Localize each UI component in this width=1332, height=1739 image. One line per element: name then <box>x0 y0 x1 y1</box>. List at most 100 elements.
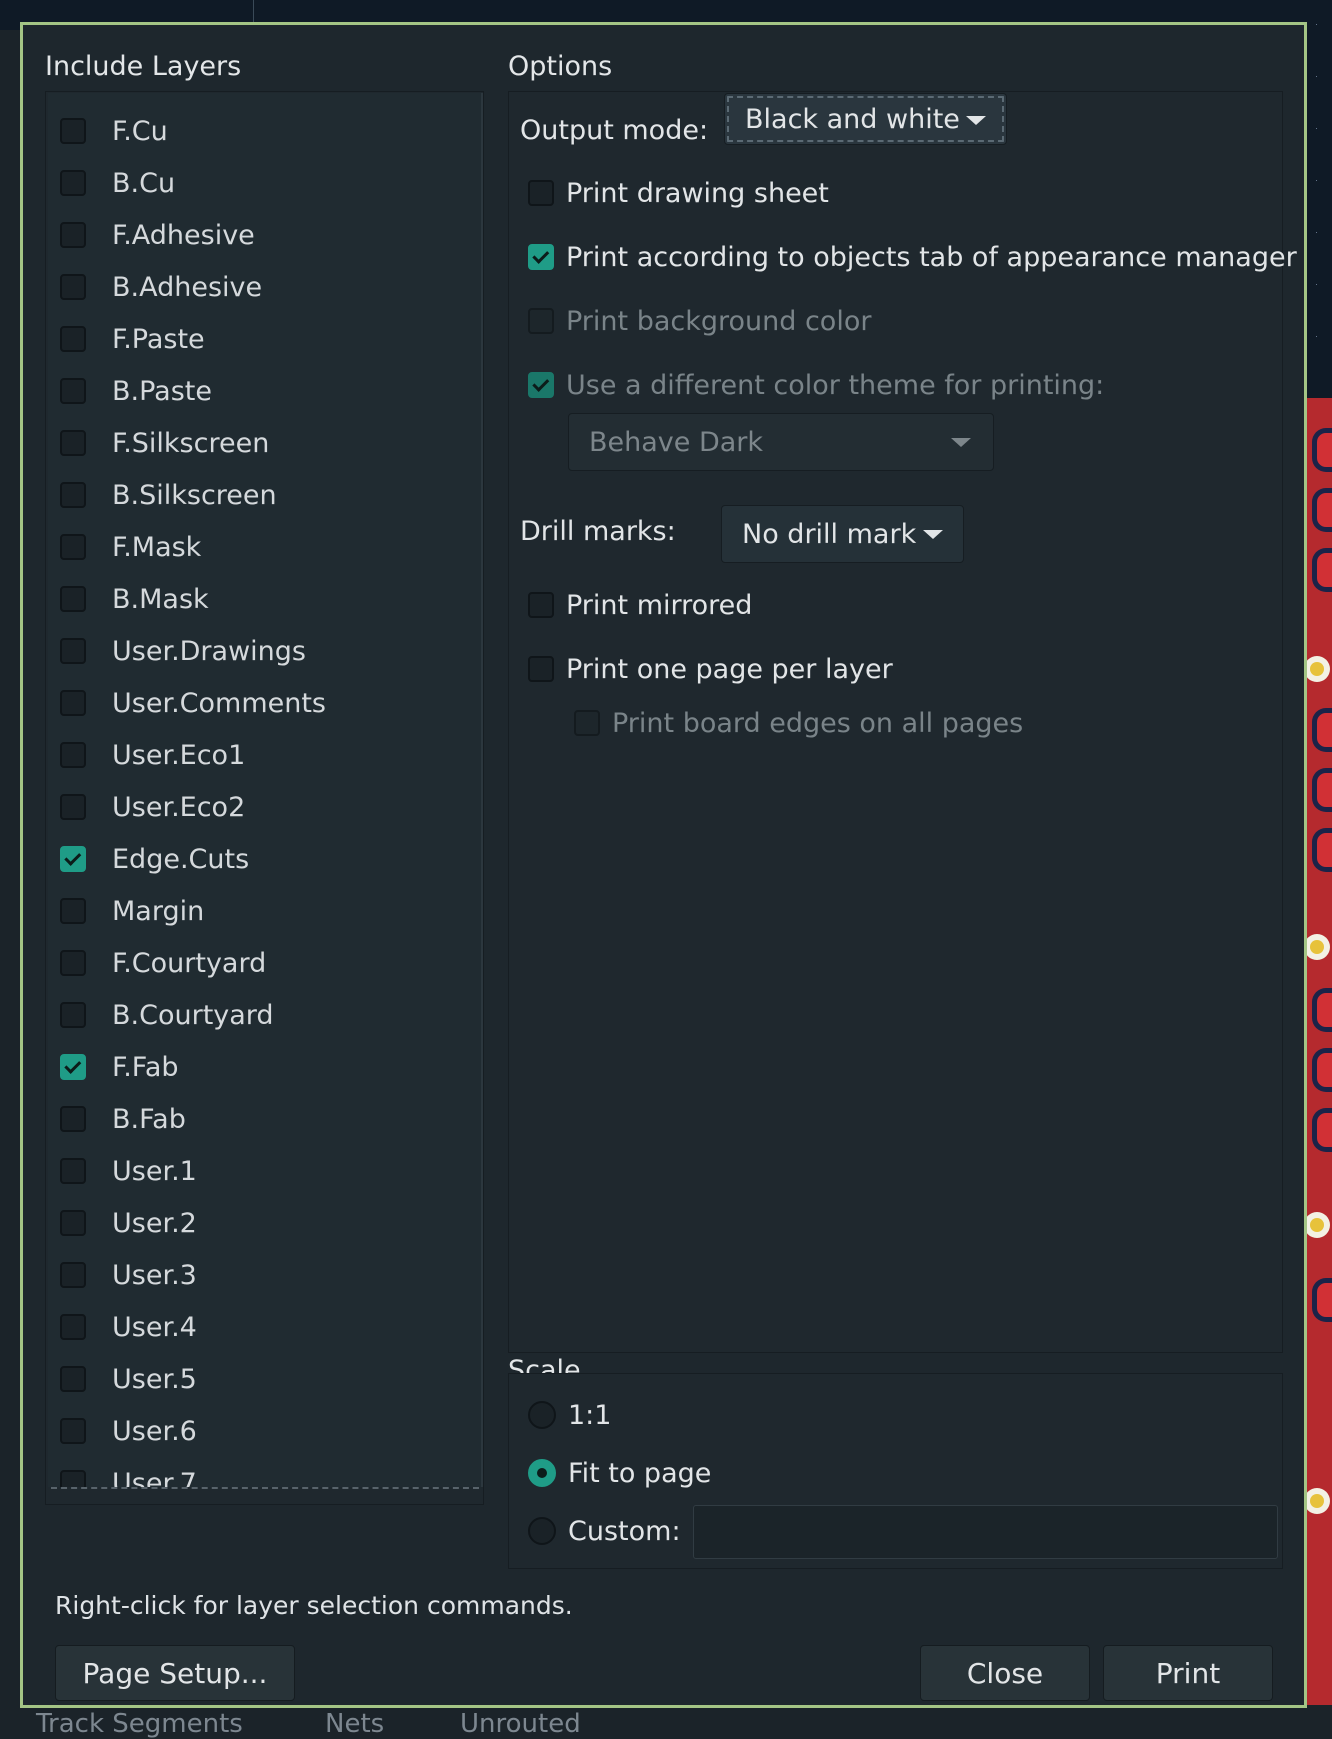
layer-item[interactable]: F.Courtyard <box>60 943 266 983</box>
layer-item[interactable]: User.1 <box>60 1151 197 1191</box>
layer-item[interactable]: User.5 <box>60 1359 197 1399</box>
layer-item[interactable]: F.Fab <box>60 1047 179 1087</box>
drill-marks-dropdown[interactable]: No drill mark <box>721 505 964 563</box>
layer-item[interactable]: User.Eco2 <box>60 787 245 827</box>
one-page-per-layer-checkbox[interactable] <box>528 656 554 682</box>
scale-fit-radio[interactable] <box>528 1459 556 1487</box>
layer-checkbox[interactable] <box>60 1366 86 1392</box>
scale-custom-radio[interactable] <box>528 1517 556 1545</box>
print-according-label: Print according to objects tab of appear… <box>566 241 1297 273</box>
layer-item[interactable]: User.6 <box>60 1411 197 1451</box>
layer-item[interactable]: Margin <box>60 891 204 931</box>
status-unrouted: Unrouted <box>460 1709 581 1739</box>
print-according-option[interactable]: Print according to objects tab of appear… <box>528 237 1297 277</box>
layer-item[interactable]: F.Mask <box>60 527 201 567</box>
include-layers-title: Include Layers <box>45 51 242 82</box>
layer-checkbox[interactable] <box>60 898 86 924</box>
color-theme-checkbox[interactable] <box>528 372 554 398</box>
layer-item[interactable]: User.3 <box>60 1255 197 1295</box>
layer-checkbox[interactable] <box>60 274 86 300</box>
background-status-bar: Track Segments Nets Unrouted <box>0 1705 1332 1739</box>
layers-checklist[interactable]: F.Cu B.Cu F.Adhesive B.Adhesive F.Paste B.Pas… <box>48 93 483 1487</box>
layer-checkbox[interactable] <box>60 1314 86 1340</box>
layer-checkbox[interactable] <box>60 586 86 612</box>
layer-checkbox[interactable] <box>60 378 86 404</box>
layer-item[interactable]: B.Mask <box>60 579 209 619</box>
layer-item[interactable]: B.Fab <box>60 1099 186 1139</box>
custom-scale-input[interactable] <box>693 1505 1278 1559</box>
layer-item[interactable]: User.Eco1 <box>60 735 245 775</box>
layer-item[interactable]: B.Courtyard <box>60 995 274 1035</box>
options-title: Options <box>508 51 613 82</box>
page-setup-button[interactable]: Page Setup... <box>55 1645 295 1701</box>
scale-fit-label: Fit to page <box>568 1457 712 1489</box>
layer-item[interactable]: User.Drawings <box>60 631 306 671</box>
close-button[interactable]: Close <box>920 1645 1090 1701</box>
color-theme-dropdown[interactable]: Behave Dark <box>568 413 994 471</box>
layer-item[interactable]: B.Paste <box>60 371 212 411</box>
pcb-copper-area <box>1306 398 1332 1728</box>
layer-label: User.5 <box>112 1363 197 1395</box>
layer-checkbox[interactable] <box>60 742 86 768</box>
layer-checkbox[interactable] <box>60 1106 86 1132</box>
scale-custom-option[interactable]: Custom: <box>528 1511 681 1551</box>
output-mode-dropdown[interactable]: Black and white <box>724 93 1007 145</box>
layer-checkbox[interactable] <box>60 430 86 456</box>
print-background-checkbox[interactable] <box>528 308 554 334</box>
layer-checkbox[interactable] <box>60 1158 86 1184</box>
print-button[interactable]: Print <box>1103 1645 1273 1701</box>
scale-1to1-option[interactable]: 1:1 <box>528 1395 611 1435</box>
layer-item[interactable]: F.Silkscreen <box>60 423 269 463</box>
print-drawing-sheet-label: Print drawing sheet <box>566 177 829 209</box>
layer-item[interactable]: F.Adhesive <box>60 215 255 255</box>
drill-marks-value: No drill mark <box>742 518 917 550</box>
layer-item[interactable]: B.Silkscreen <box>60 475 277 515</box>
layer-item[interactable]: F.Paste <box>60 319 205 359</box>
layer-item[interactable]: User.4 <box>60 1307 197 1347</box>
layer-label: F.Paste <box>112 323 205 355</box>
scale-1to1-radio[interactable] <box>528 1401 556 1429</box>
layer-checkbox[interactable] <box>60 950 86 976</box>
layer-checkbox[interactable] <box>60 1210 86 1236</box>
layer-checkbox[interactable] <box>60 326 86 352</box>
board-edges-option[interactable]: Print board edges on all pages <box>574 703 1023 743</box>
print-drawing-sheet-checkbox[interactable] <box>528 180 554 206</box>
layer-item[interactable]: B.Cu <box>60 163 175 203</box>
layer-checkbox[interactable] <box>60 1470 86 1487</box>
layer-checkbox[interactable] <box>60 1054 86 1080</box>
layer-checkbox[interactable] <box>60 534 86 560</box>
layer-checkbox[interactable] <box>60 638 86 664</box>
color-theme-option[interactable]: Use a different color theme for printing… <box>528 365 1104 405</box>
drill-marks-label: Drill marks: <box>520 515 676 547</box>
layer-item[interactable]: F.Cu <box>60 111 168 151</box>
layer-checkbox[interactable] <box>60 846 86 872</box>
layer-item[interactable]: B.Adhesive <box>60 267 262 307</box>
layer-checkbox[interactable] <box>60 222 86 248</box>
layer-item[interactable]: User.7 <box>60 1463 197 1487</box>
print-mirrored-option[interactable]: Print mirrored <box>528 585 752 625</box>
print-according-checkbox[interactable] <box>528 244 554 270</box>
layer-item[interactable]: User.Comments <box>60 683 326 723</box>
status-nets: Nets <box>325 1709 385 1739</box>
layer-checkbox[interactable] <box>60 1262 86 1288</box>
layer-label: F.Silkscreen <box>112 427 270 459</box>
board-edges-checkbox[interactable] <box>574 710 600 736</box>
layer-checkbox[interactable] <box>60 482 86 508</box>
layer-checkbox[interactable] <box>60 118 86 144</box>
layer-checkbox[interactable] <box>60 1002 86 1028</box>
scale-fit-option[interactable]: Fit to page <box>528 1453 711 1493</box>
layer-checkbox[interactable] <box>60 690 86 716</box>
print-mirrored-label: Print mirrored <box>566 589 753 621</box>
print-mirrored-checkbox[interactable] <box>528 592 554 618</box>
layer-label: Margin <box>112 895 205 927</box>
layer-item[interactable]: Edge.Cuts <box>60 839 249 879</box>
layer-checkbox[interactable] <box>60 794 86 820</box>
layer-item[interactable]: User.2 <box>60 1203 197 1243</box>
print-background-option[interactable]: Print background color <box>528 301 871 341</box>
print-drawing-sheet-option[interactable]: Print drawing sheet <box>528 173 829 213</box>
one-page-per-layer-option[interactable]: Print one page per layer <box>528 649 893 689</box>
layer-checkbox[interactable] <box>60 170 86 196</box>
layer-checkbox[interactable] <box>60 1418 86 1444</box>
layer-label: User.Drawings <box>112 635 306 667</box>
layer-label: B.Courtyard <box>112 999 274 1031</box>
